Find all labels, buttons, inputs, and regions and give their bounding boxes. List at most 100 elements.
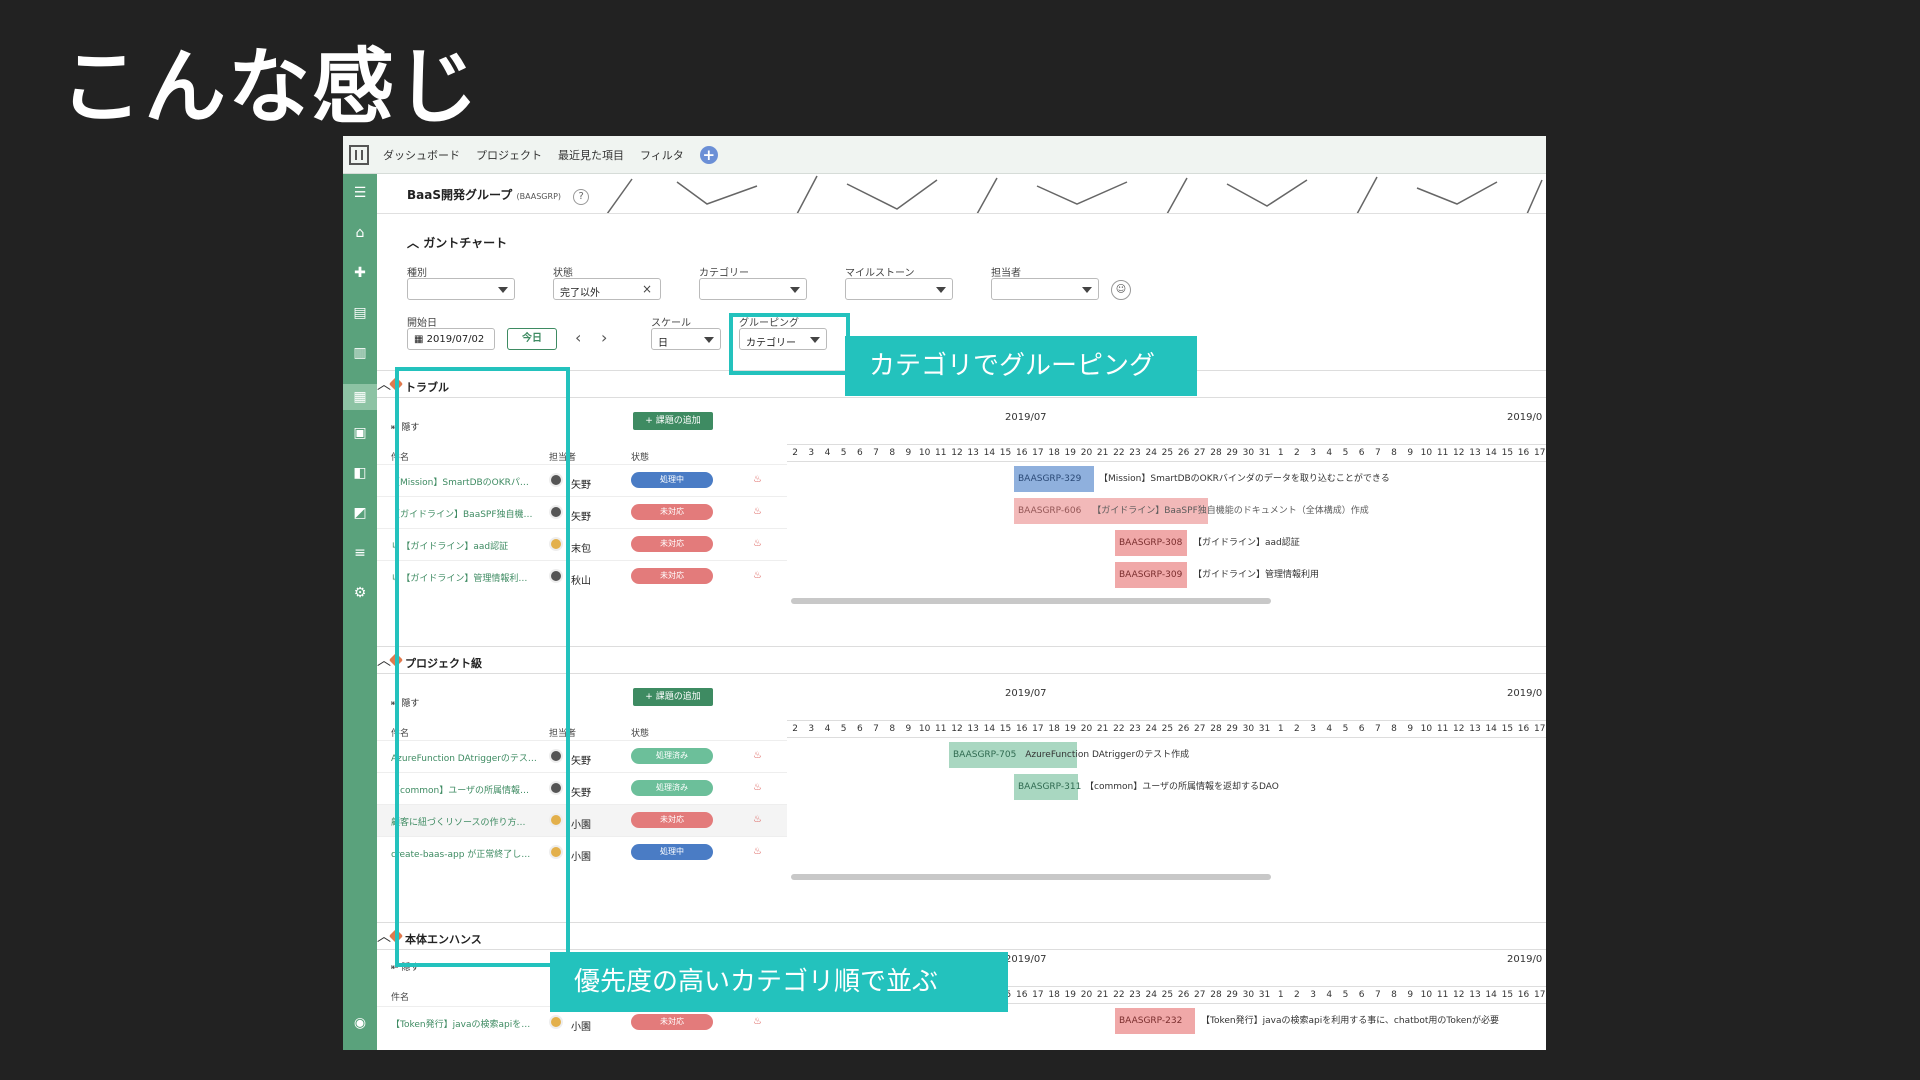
day-label: 31 xyxy=(1258,724,1271,734)
top-navbar: ダッシュボード プロジェクト 最近見た項目 フィルタ + xyxy=(343,136,1546,174)
priority-icon: ♨ xyxy=(753,506,762,517)
day-label: 14 xyxy=(1485,448,1497,458)
day-label: 19 xyxy=(1064,724,1076,734)
gantt-section-title[interactable]: ︿ ガントチャート xyxy=(407,234,507,251)
day-label: 14 xyxy=(1485,990,1497,1000)
scale-select[interactable]: 日 xyxy=(651,328,721,350)
prev-arrow-icon[interactable]: ‹ xyxy=(575,328,581,347)
month-label: 2019/0 xyxy=(1507,954,1543,965)
day-label: 29 xyxy=(1226,990,1238,1000)
home-icon[interactable]: ⌂ xyxy=(351,224,369,242)
day-label: 10 xyxy=(1420,724,1433,734)
callout-order: 優先度の高いカテゴリ順で並ぶ xyxy=(550,952,1008,1012)
type-select[interactable] xyxy=(407,278,515,300)
day-label: 3 xyxy=(808,724,815,734)
category-label: カテゴリー xyxy=(699,268,749,279)
day-label: 22 xyxy=(1113,448,1125,458)
day-label: 15 xyxy=(999,448,1012,458)
project-name: BaaS開発グループ xyxy=(407,188,513,202)
today-button[interactable]: 今日 xyxy=(507,328,557,350)
assignee-name: 秋山 xyxy=(571,576,591,587)
status-badge: 処理中 xyxy=(631,472,713,488)
gantt-icon[interactable]: ▦ xyxy=(343,384,377,410)
day-label: 16 xyxy=(1517,448,1530,458)
chat-icon[interactable]: ◩ xyxy=(351,504,369,522)
milestone-select[interactable] xyxy=(845,278,953,300)
user-filter-icon[interactable]: ☺ xyxy=(1111,280,1131,300)
app-logo-icon[interactable] xyxy=(349,144,369,165)
add-issue-icon[interactable]: ✚ xyxy=(351,264,369,282)
day-label: 2 xyxy=(1294,448,1300,458)
next-arrow-icon[interactable]: › xyxy=(601,328,607,347)
day-label: 28 xyxy=(1210,448,1222,458)
gantt-bar-text: 【Mission】SmartDBのOKRバインダのデータを取り込むことができる xyxy=(1099,474,1390,484)
status-select[interactable]: 完了以外 × xyxy=(553,278,661,300)
git-icon[interactable]: ≡ xyxy=(351,544,369,562)
gantt-bar[interactable]: BAASGRP-606 【ガイドライン】BaaSPF独自機能のドキュメント（全体… xyxy=(1014,498,1369,524)
gear-icon[interactable]: ⚙ xyxy=(351,584,369,602)
day-label: 3 xyxy=(1310,724,1316,734)
day-label: 3 xyxy=(1310,990,1316,1000)
slide-title: こんな感じ xyxy=(60,40,481,135)
collapse-icon[interactable]: ◉ xyxy=(351,1014,369,1032)
category-select[interactable] xyxy=(699,278,807,300)
chevron-down-icon xyxy=(704,337,714,343)
day-label: 6 xyxy=(856,448,863,458)
chevron-down-icon xyxy=(936,287,946,293)
nav-recent[interactable]: 最近見た項目 xyxy=(558,147,624,163)
issue-title[interactable]: 【Token発行】javaの検索apiを… xyxy=(391,1017,551,1030)
gantt-bar-key: BAASGRP-606 xyxy=(1018,506,1082,516)
day-label: 11 xyxy=(1436,448,1449,458)
day-label: 10 xyxy=(1420,990,1433,1000)
day-label: 2 xyxy=(1294,724,1300,734)
day-label: 10 xyxy=(1420,448,1433,458)
gantt-bar[interactable]: BAASGRP-308 xyxy=(1115,530,1187,556)
day-label: 4 xyxy=(1326,990,1333,1000)
assignee-name: 矢野 xyxy=(571,480,591,491)
day-label: 23 xyxy=(1129,724,1141,734)
day-label: 15 xyxy=(1501,990,1514,1000)
wiki-icon[interactable]: ◧ xyxy=(351,464,369,482)
grouping-highlight xyxy=(729,313,850,375)
horizontal-scrollbar[interactable] xyxy=(791,874,1271,880)
day-label: 14 xyxy=(983,724,996,734)
add-issue-button[interactable]: + 課題の追加 xyxy=(633,688,713,706)
day-label: 26 xyxy=(1177,448,1190,458)
document-icon[interactable]: ▣ xyxy=(351,424,369,442)
left-sidebar: ☰ ⌂ ✚ ▤ ▥ ▦ ▣ ◧ ◩ ≡ ⚙ ◉ xyxy=(343,174,377,1050)
menu-icon[interactable]: ☰ xyxy=(351,184,369,202)
days-row: 2345678910111213141516171819202122232425… xyxy=(787,720,1546,738)
day-label: 28 xyxy=(1210,990,1222,1000)
list-icon[interactable]: ▤ xyxy=(351,304,369,322)
board-icon[interactable]: ▥ xyxy=(351,344,369,362)
clear-icon[interactable]: × xyxy=(642,282,652,296)
help-icon[interactable]: ? xyxy=(573,189,590,205)
status-badge: 処理済み xyxy=(631,748,713,764)
gantt-bar[interactable]: BAASGRP-329 xyxy=(1014,466,1094,492)
add-issue-button[interactable]: + 課題の追加 xyxy=(633,412,713,430)
status-value: 完了以外 xyxy=(560,288,600,299)
day-label: 20 xyxy=(1080,990,1093,1000)
nav-filter[interactable]: フィルタ xyxy=(640,147,684,163)
gantt-bar[interactable]: BAASGRP-232 xyxy=(1115,1008,1195,1034)
status-badge: 未対応 xyxy=(631,536,713,552)
assignee-label: 担当者 xyxy=(991,268,1021,279)
start-date-input[interactable]: ▦ 2019/07/02 xyxy=(407,328,495,350)
day-label: 20 xyxy=(1080,448,1093,458)
add-plus-icon[interactable]: + xyxy=(699,145,718,164)
nav-project[interactable]: プロジェクト xyxy=(476,147,542,163)
gantt-bar[interactable]: BAASGRP-309 xyxy=(1115,562,1187,588)
day-label: 13 xyxy=(967,448,979,458)
horizontal-scrollbar[interactable] xyxy=(791,598,1271,604)
day-label: 22 xyxy=(1113,990,1125,1000)
day-label: 30 xyxy=(1242,990,1255,1000)
assignee-select[interactable] xyxy=(991,278,1099,300)
day-label: 17 xyxy=(1032,724,1044,734)
day-label: 24 xyxy=(1145,990,1157,1000)
gantt-bar-text: AzureFunction DAtriggerのテスト作成 xyxy=(1025,750,1190,760)
day-label: 16 xyxy=(1015,724,1028,734)
gantt-bar[interactable]: BAASGRP-705 AzureFunction DAtriggerのテスト作… xyxy=(949,742,1189,768)
nav-dashboard[interactable]: ダッシュボード xyxy=(383,147,460,163)
day-label: 8 xyxy=(1391,990,1397,1000)
gantt-bar[interactable]: BAASGRP-311 xyxy=(1014,774,1081,800)
